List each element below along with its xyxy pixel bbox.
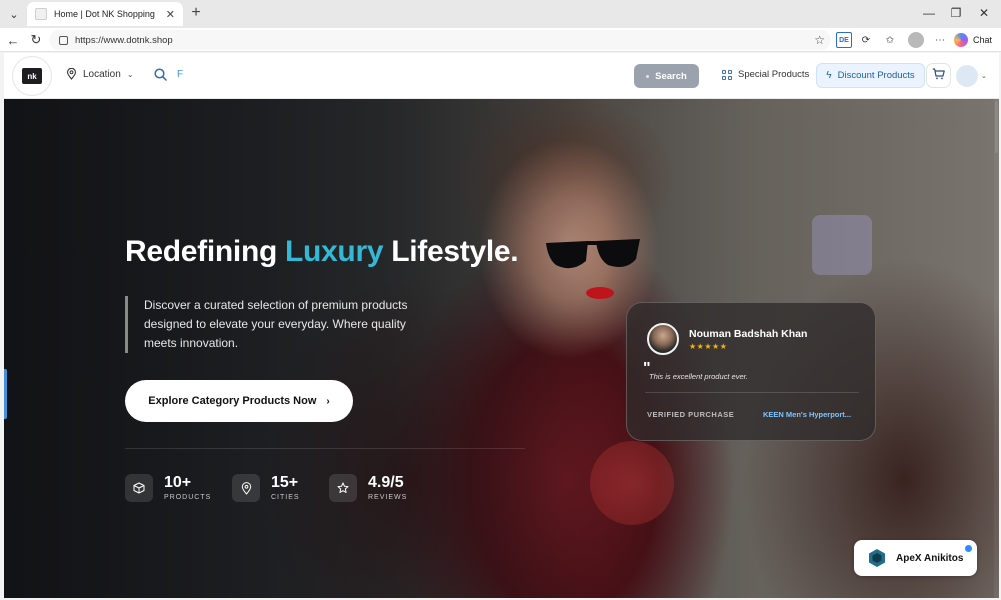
reviewer-name: Nouman Badshah Khan [689,328,808,340]
lightning-icon: ϟ [826,70,832,81]
left-edge-indicator [4,369,7,419]
hero-title-part1: Redefining [125,235,277,268]
more-menu-icon[interactable]: ⋯ [932,32,948,48]
browser-tab-bar: ⌄ Home | Dot NK Shopping ✕ + — ❐ ✕ [0,0,1001,28]
minimize-icon[interactable]: — [918,4,940,22]
site-logo[interactable]: nk [12,56,52,96]
star-icon [329,474,357,502]
hero-description: Discover a curated selection of premium … [125,296,425,353]
hero-model-lips [586,287,614,299]
review-card: Nouman Badshah Khan ★★★★★ " This is exce… [626,302,876,441]
location-selector[interactable]: Location ⌄ [66,68,134,80]
url-text: https://www.dotnk.shop [75,34,173,46]
apex-badge-label: ApeX Anikitos [896,552,964,564]
search-button[interactable]: Search [634,64,699,88]
extension-badge-icon[interactable]: DE [836,32,852,48]
map-pin-icon [66,68,77,80]
hero-section: Redefining Luxury Lifestyle. Discover a cu… [4,99,999,598]
logo-mark: nk [22,68,42,84]
stat-cities-label: CITIES [271,494,300,501]
review-divider [645,392,859,393]
stat-products-value: 10+ [164,474,192,491]
discount-products-button[interactable]: ϟ Discount Products [816,63,925,88]
search-button-label: Search [655,70,687,82]
reviewer-avatar [647,323,679,355]
notification-dot-icon [965,545,972,552]
stat-reviews-value: 4.9/5 [368,474,404,491]
grid-icon [722,69,732,80]
search-button-dot-icon [646,74,650,78]
page-scrollbar-thumb[interactable] [995,101,998,153]
browser-tab-active[interactable]: Home | Dot NK Shopping ✕ [27,2,183,26]
reviewed-product-link[interactable]: KEEN Men's Hyperport... [763,410,851,419]
account-chevron-down-icon: ⌄ [981,73,987,80]
stat-reviews: 4.9/5 REVIEWS [329,474,407,502]
site-header: nk Location ⌄ F Search Special Products … [4,53,999,99]
web-page: nk Location ⌄ F Search Special Products … [4,53,999,598]
discount-products-label: Discount Products [837,70,915,81]
site-info-icon[interactable] [59,35,68,45]
stat-cities: 15+ CITIES [232,474,300,502]
verified-purchase-label: VERIFIED PURCHASE [647,410,735,419]
stat-products: 10+ PRODUCTS [125,474,211,502]
new-tab-button[interactable]: + [187,4,205,22]
search-icon[interactable] [154,68,167,81]
tab-favicon-icon [35,8,47,20]
account-menu[interactable]: ⌄ [956,65,987,87]
box-icon [125,474,153,502]
special-products-link[interactable]: Special Products [722,69,809,80]
close-window-icon[interactable]: ✕ [973,4,995,22]
explore-category-label: Explore Category Products Now [148,395,317,407]
restore-icon[interactable]: ❐ [945,4,967,22]
chevron-down-icon: ⌄ [126,69,134,79]
avatar [956,65,978,87]
hero-title: Redefining Luxury Lifestyle. [125,235,519,269]
apex-hexagon-icon [869,549,885,567]
chat-label: Chat [973,35,993,45]
stats-divider [125,448,525,449]
browser-essentials-icon[interactable]: ⟳ [858,32,874,48]
chevron-right-icon: › [326,395,330,407]
tab-title: Home | Dot NK Shopping [54,9,155,19]
cart-icon [932,67,945,85]
review-text: This is excellent product ever. [649,372,748,381]
stat-reviews-label: REVIEWS [368,494,408,501]
stat-products-label: PRODUCTS [164,494,212,501]
apex-anikitos-badge[interactable]: ApeX Anikitos [854,540,977,576]
page-scrollbar[interactable] [994,99,999,598]
decorative-glass-square [812,215,872,275]
explore-category-button[interactable]: Explore Category Products Now › [125,380,353,422]
special-products-label: Special Products [738,69,810,80]
rating-stars-icon: ★★★★★ [689,342,728,351]
back-arrow-icon[interactable]: ← [4,31,22,49]
address-bar[interactable]: https://www.dotnk.shop ☆ [49,30,831,50]
profile-avatar-icon[interactable] [908,32,924,48]
search-input[interactable]: F [177,69,183,80]
favorites-icon[interactable]: ✩ [882,32,898,48]
decorative-red-orb [590,441,674,525]
stat-cities-value: 15+ [271,474,299,491]
copilot-logo-icon [954,33,968,47]
location-label: Location [83,68,121,80]
hero-title-part2: Lifestyle. [391,235,519,268]
browser-toolbar: ← ↻ https://www.dotnk.shop ☆ DE ⟳ ✩ ⋯ Ch… [0,28,1001,52]
tab-list-chevron-icon[interactable]: ⌄ [4,4,24,24]
cart-button[interactable] [926,63,951,88]
favorite-star-icon[interactable]: ☆ [814,33,825,47]
tab-close-icon[interactable]: ✕ [166,8,175,21]
pin-icon [232,474,260,502]
copilot-chat-button[interactable]: Chat [954,31,992,49]
hero-title-accent: Luxury [285,235,384,268]
reload-icon[interactable]: ↻ [27,31,45,49]
hero-model-sunglasses [546,239,640,269]
